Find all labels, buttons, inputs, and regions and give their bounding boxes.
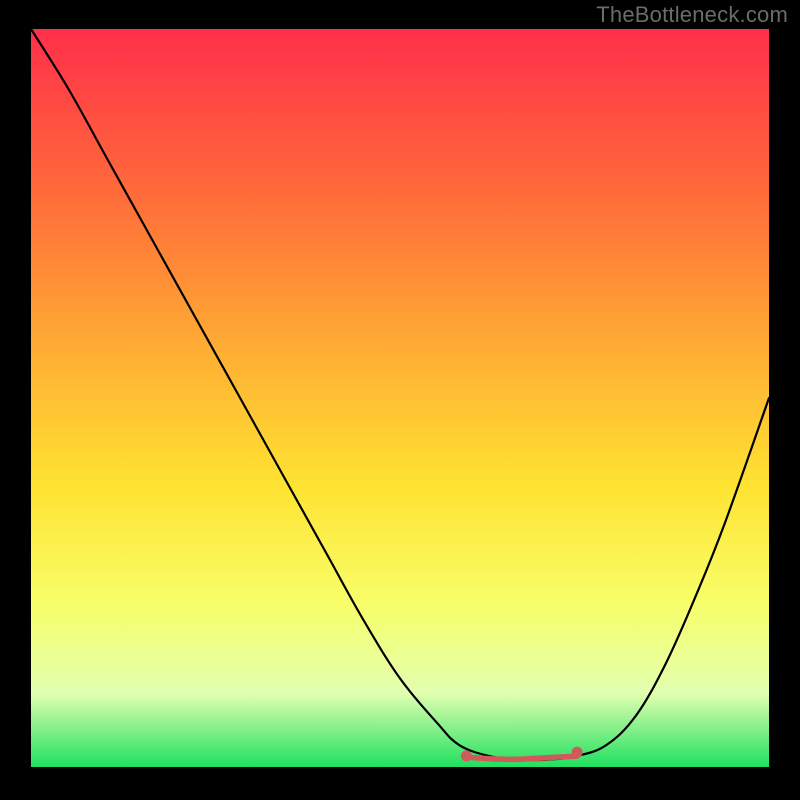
optimal-flat-segment [466, 756, 577, 759]
flat-marker-end [572, 747, 583, 758]
chart-container: TheBottleneck.com [0, 0, 800, 800]
flat-marker-start [461, 750, 472, 761]
watermark-text: TheBottleneck.com [596, 2, 788, 28]
bottleneck-chart [0, 0, 800, 800]
plot-background [31, 29, 769, 767]
